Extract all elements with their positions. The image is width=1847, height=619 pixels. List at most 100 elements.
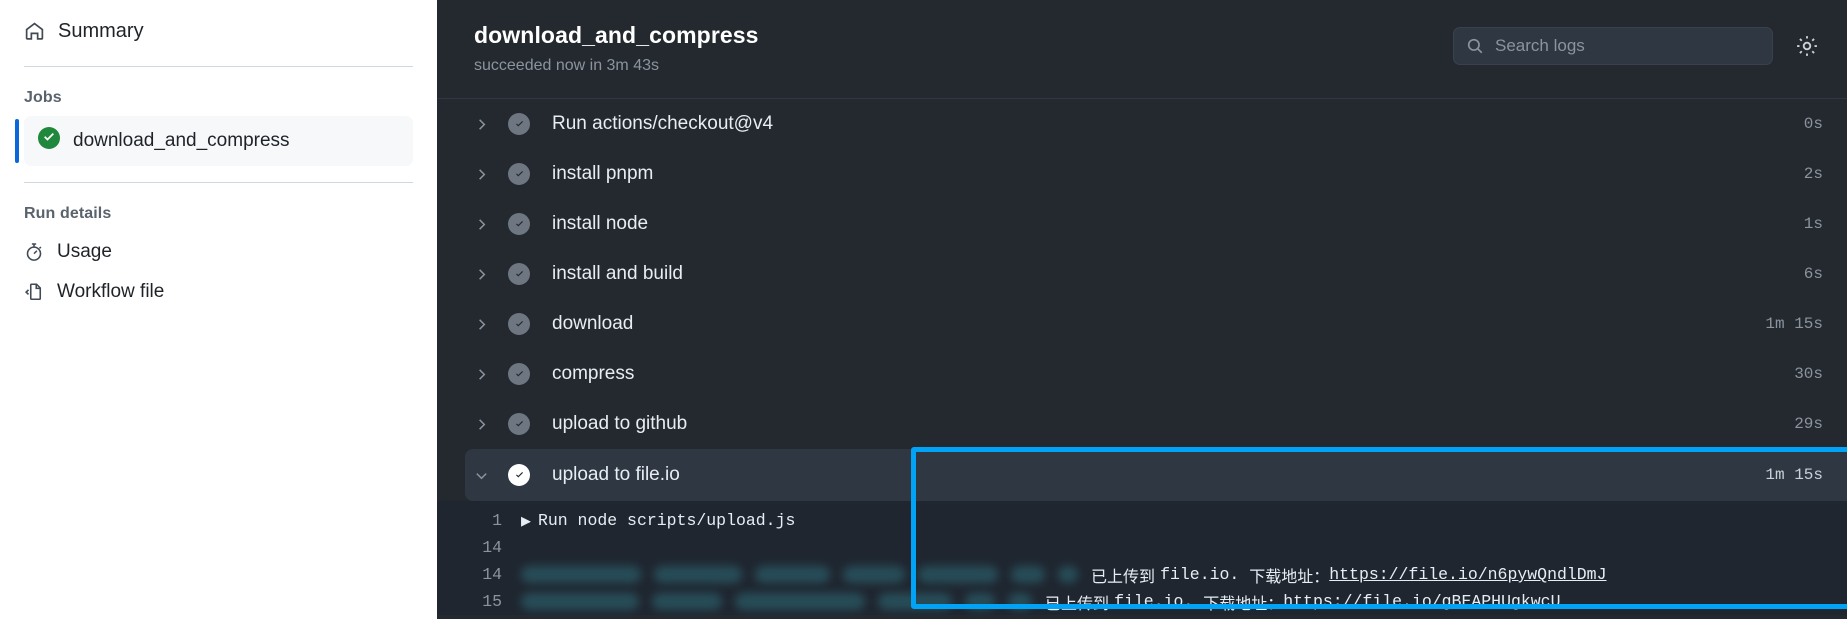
- redacted-block: [735, 593, 865, 610]
- log-line-number: 1: [492, 511, 502, 530]
- redacted-block: [1008, 593, 1032, 610]
- step-duration: 6s: [1803, 265, 1823, 283]
- chevron-right-icon[interactable]: [474, 367, 500, 382]
- step-label: install and build: [552, 263, 683, 284]
- step-label: download: [552, 313, 634, 334]
- log-panel: download_and_compress succeeded now in 3…: [437, 0, 1847, 619]
- log-message-cn: 已上传到: [1045, 593, 1115, 613]
- download-link[interactable]: https://file.io/gBEAPHUgkwcU: [1283, 592, 1560, 611]
- redacted-block: [521, 593, 639, 610]
- redacted-block: [1058, 566, 1078, 583]
- redacted-block: [1011, 566, 1045, 583]
- redacted-segments: [521, 566, 1091, 583]
- sidebar-item-summary[interactable]: Summary: [0, 0, 437, 62]
- sidebar-run-details-title: Run details: [24, 205, 112, 222]
- log-header: download_and_compress succeeded now in 3…: [437, 0, 1847, 99]
- step-duration: 30s: [1794, 365, 1823, 383]
- step-row-upload-to-file-io[interactable]: upload to file.io: [465, 449, 1847, 501]
- step-label: install pnpm: [552, 163, 654, 184]
- check-circle-icon: [508, 313, 530, 335]
- log-output: 1 ▶ Run node scripts/upload.js 14 14 已上传…: [437, 501, 1847, 615]
- step-duration: 1s: [1803, 215, 1823, 233]
- workflow-run-page: Summary Jobs download_and_compress Run d…: [0, 0, 1847, 619]
- sidebar-usage-label: Usage: [57, 241, 112, 262]
- chevron-right-icon[interactable]: [474, 417, 500, 432]
- chevron-right-icon[interactable]: [474, 267, 500, 282]
- chevron-down-icon[interactable]: [474, 468, 500, 483]
- chevron-right-icon[interactable]: [474, 317, 500, 332]
- check-circle-icon: [508, 363, 530, 385]
- step-label: compress: [552, 363, 635, 384]
- log-line-number: 14: [482, 538, 502, 557]
- log-header-titles: download_and_compress succeeded now in 3…: [474, 21, 1453, 75]
- gear-icon[interactable]: [1791, 30, 1823, 62]
- sidebar-item-usage[interactable]: Usage: [0, 232, 437, 272]
- check-circle-icon: [508, 163, 530, 185]
- chevron-right-icon[interactable]: [474, 217, 500, 232]
- redacted-segments: [521, 593, 1045, 610]
- search-logs-box[interactable]: [1453, 27, 1773, 65]
- step-duration: 2s: [1803, 165, 1823, 183]
- log-line-text: Run node scripts/upload.js: [537, 511, 796, 530]
- step-row[interactable]: install and build 6s: [437, 249, 1847, 299]
- run-status-text: succeeded now in 3m 43s: [474, 56, 659, 74]
- redacted-content: 已上传到 file.io. 下载地址： https://file.io/gBEA…: [521, 590, 1847, 614]
- step-list: Run actions/checkout@v4 0s install pnpm …: [437, 99, 1847, 619]
- redacted-block: [878, 593, 952, 610]
- redacted-block: [654, 566, 742, 583]
- step-label: Run actions/checkout@v4: [552, 113, 774, 134]
- log-message: 已上传到 file.io. 下载地址： https://file.io/n6py…: [1091, 563, 1606, 587]
- redacted-block: [755, 566, 830, 583]
- log-message: 已上传到 file.io. 下载地址： https://file.io/gBEA…: [1045, 590, 1560, 614]
- sidebar-item-workflow-file[interactable]: Workflow file: [0, 272, 437, 312]
- log-line-number: 14: [482, 565, 502, 584]
- log-message-domain: file.io.: [1114, 592, 1204, 611]
- step-duration: 29s: [1794, 415, 1823, 433]
- step-row[interactable]: install pnpm 2s: [437, 149, 1847, 199]
- log-line-content: ▶ Run node scripts/upload.js: [521, 511, 1847, 531]
- log-line[interactable]: 14: [437, 561, 1847, 588]
- code-file-icon: [24, 282, 44, 302]
- step-duration: 0s: [1803, 115, 1823, 133]
- log-header-actions: [1453, 21, 1823, 65]
- redacted-block: [652, 593, 722, 610]
- stopwatch-icon: [24, 242, 44, 262]
- step-row[interactable]: upload to github 29s: [437, 399, 1847, 449]
- log-message-domain: file.io.: [1160, 565, 1250, 584]
- step-label: upload to github: [552, 413, 688, 434]
- log-line[interactable]: 15 已上传到 file.io. 下载地址： https://file.io/g…: [437, 588, 1847, 615]
- chevron-right-icon[interactable]: [474, 117, 500, 132]
- sidebar: Summary Jobs download_and_compress Run d…: [0, 0, 437, 619]
- step-row[interactable]: download 1m 15s: [437, 299, 1847, 349]
- log-line-content: 已上传到 file.io. 下载地址： https://file.io/gBEA…: [521, 590, 1847, 614]
- search-icon: [1466, 37, 1484, 55]
- redacted-content: 已上传到 file.io. 下载地址： https://file.io/n6py…: [521, 563, 1847, 587]
- sidebar-job-label: download_and_compress: [73, 130, 290, 151]
- check-circle-icon: [508, 464, 530, 486]
- search-input[interactable]: [1495, 36, 1760, 56]
- step-row[interactable]: compress 30s: [437, 349, 1847, 399]
- log-line[interactable]: 14: [437, 534, 1847, 561]
- redacted-block: [843, 566, 905, 583]
- home-icon: [24, 21, 45, 42]
- log-message-cn-2: 下载地址：: [1203, 593, 1284, 613]
- log-line-content: 已上传到 file.io. 下载地址： https://file.io/n6py…: [521, 563, 1847, 587]
- sidebar-summary-label: Summary: [58, 19, 144, 42]
- check-circle-icon: [508, 263, 530, 285]
- step-duration: 1m 15s: [1765, 315, 1823, 333]
- chevron-right-icon[interactable]: [474, 167, 500, 182]
- expand-caret-icon[interactable]: ▶: [521, 511, 531, 531]
- step-duration: 1m 15s: [1765, 466, 1823, 484]
- expanded-step-wrap: upload to file.io 1m 15s: [437, 449, 1847, 501]
- step-label: upload to file.io: [552, 464, 680, 485]
- check-circle-icon: [508, 413, 530, 435]
- sidebar-workflow-file-label: Workflow file: [57, 281, 165, 302]
- log-line[interactable]: 1 ▶ Run node scripts/upload.js: [437, 507, 1847, 534]
- log-line-number: 15: [482, 592, 502, 611]
- page-title: download_and_compress: [474, 22, 759, 48]
- step-row[interactable]: Run actions/checkout@v4 0s: [437, 99, 1847, 149]
- redacted-block: [965, 593, 995, 610]
- download-link[interactable]: https://file.io/n6pywQndlDmJ: [1329, 565, 1606, 584]
- sidebar-item-download-and-compress[interactable]: download_and_compress: [15, 116, 413, 166]
- step-row[interactable]: install node 1s: [437, 199, 1847, 249]
